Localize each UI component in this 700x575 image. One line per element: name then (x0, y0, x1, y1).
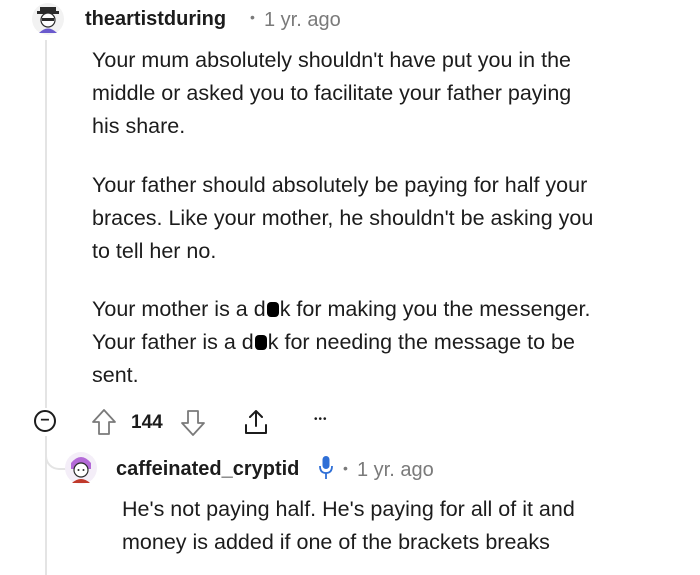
comment-username[interactable]: theartistduring (85, 8, 226, 31)
collapse-button[interactable]: − (34, 410, 56, 432)
redaction-mark (254, 335, 267, 350)
redaction-mark (266, 302, 279, 317)
vote-count: 144 (131, 412, 163, 433)
meta-dot: • (250, 9, 255, 25)
more-options-icon[interactable]: ••• (314, 414, 328, 425)
avatar[interactable] (31, 2, 65, 36)
reply-avatar[interactable] (64, 451, 98, 485)
upvote-icon[interactable] (91, 408, 117, 436)
reply-username[interactable]: caffeinated_cryptid (116, 458, 299, 481)
comment-paragraph-2: Your father should absolutely be paying … (92, 173, 594, 263)
comment-age: 1 yr. ago (264, 9, 341, 31)
reply-body: He's not paying half. He's paying for al… (122, 497, 575, 554)
comment-paragraph-1: Your mum absolutely shouldn't have put y… (92, 48, 572, 138)
comment-paragraph-3: Your mother is a dk for making you the m… (92, 297, 591, 387)
microphone-icon (319, 456, 333, 479)
collapse-icon: − (40, 412, 50, 429)
share-icon[interactable] (242, 408, 270, 436)
reply-age: 1 yr. ago (357, 459, 434, 481)
thread-line (45, 40, 47, 408)
downvote-icon[interactable] (180, 409, 206, 437)
meta-dot: • (343, 460, 348, 476)
